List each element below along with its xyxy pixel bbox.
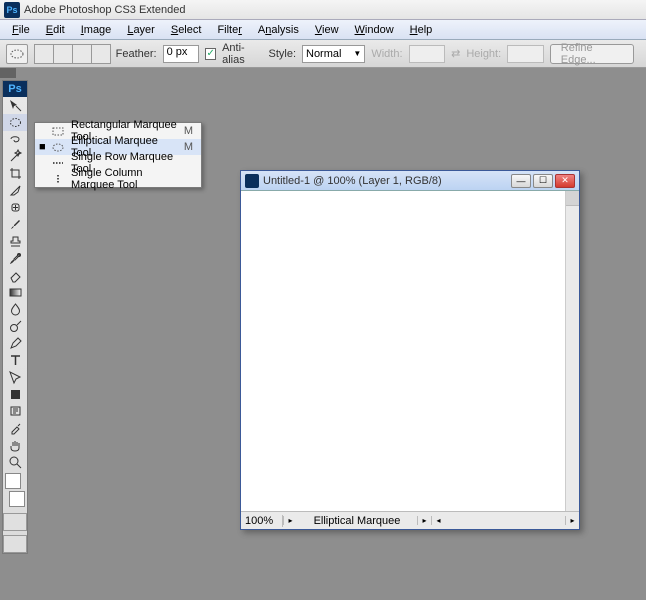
rect-icon <box>51 126 65 137</box>
vertical-scrollbar[interactable] <box>565 191 579 511</box>
menu-item[interactable]: File <box>4 22 38 38</box>
sel-intersect-button[interactable] <box>91 44 111 64</box>
hand-tool[interactable] <box>3 437 27 454</box>
chevron-down-icon: ▼ <box>353 49 361 58</box>
menu-item[interactable]: Select <box>163 22 210 38</box>
menu-item[interactable]: Layer <box>119 22 163 38</box>
heal-tool[interactable] <box>3 199 27 216</box>
zoom-field[interactable]: 100% <box>241 515 283 527</box>
color-swatches[interactable] <box>5 473 25 507</box>
tools-panel-header: Ps <box>3 81 27 97</box>
sel-add-button[interactable] <box>53 44 73 64</box>
col-icon <box>51 174 65 185</box>
background-color-swatch[interactable] <box>9 491 25 507</box>
minimize-button[interactable]: — <box>511 174 531 188</box>
foreground-color-swatch[interactable] <box>5 473 21 489</box>
options-bar: Feather: 0 px ✓ Anti-alias Style: Normal… <box>0 40 646 68</box>
document-icon <box>245 174 259 188</box>
slice-tool[interactable] <box>3 182 27 199</box>
row-icon <box>51 158 65 169</box>
eyedrop-tool[interactable] <box>3 420 27 437</box>
panel-expand-handle[interactable] <box>0 68 16 78</box>
flyout-item-label: Single Column Marquee Tool <box>71 167 187 191</box>
zoom-tool[interactable] <box>3 454 27 471</box>
feather-input[interactable]: 0 px <box>163 45 200 63</box>
menu-item[interactable]: Filter <box>209 22 249 38</box>
flyout-shortcut: M <box>184 125 197 137</box>
antialias-checkbox[interactable]: ✓ <box>205 48 216 60</box>
screen-modes-2 <box>3 535 27 553</box>
screen-modes <box>3 513 27 531</box>
stamp-tool[interactable] <box>3 233 27 250</box>
status-arrow-icon[interactable]: ▸ <box>417 516 431 525</box>
notes-tool[interactable] <box>3 403 27 420</box>
history-tool[interactable] <box>3 250 27 267</box>
style-label: Style: <box>268 48 296 60</box>
height-input <box>507 45 544 63</box>
blur-tool[interactable] <box>3 301 27 318</box>
wand-tool[interactable] <box>3 148 27 165</box>
marquee-tool[interactable] <box>3 114 27 131</box>
ellipse-icon <box>51 142 65 153</box>
menu-item[interactable]: View <box>307 22 347 38</box>
crop-tool[interactable] <box>3 165 27 182</box>
width-input <box>409 45 446 63</box>
active-tool-indicator[interactable] <box>6 44 28 64</box>
canvas[interactable] <box>241 191 565 511</box>
height-label: Height: <box>466 48 501 60</box>
menu-bar: FileEditImageLayerSelectFilterAnalysisVi… <box>0 20 646 40</box>
menu-item[interactable]: Image <box>73 22 120 38</box>
hscroll-right[interactable]: ▸ <box>565 516 579 525</box>
status-info: Elliptical Marquee <box>297 515 417 527</box>
feather-label: Feather: <box>116 48 157 60</box>
sel-subtract-button[interactable] <box>72 44 92 64</box>
tools-panel: Ps <box>2 80 28 554</box>
menu-item[interactable]: Analysis <box>250 22 307 38</box>
dodge-tool[interactable] <box>3 318 27 335</box>
document-titlebar[interactable]: Untitled-1 @ 100% (Layer 1, RGB/8) — ☐ ✕ <box>241 171 579 191</box>
selection-mode-group <box>34 44 110 64</box>
shape-tool[interactable] <box>3 386 27 403</box>
pen-tool[interactable] <box>3 335 27 352</box>
menu-item[interactable]: Edit <box>38 22 73 38</box>
style-select[interactable]: Normal ▼ <box>302 45 365 63</box>
type-tool[interactable] <box>3 352 27 369</box>
path-tool[interactable] <box>3 369 27 386</box>
selected-dot-icon: ■ <box>39 141 45 153</box>
menu-item[interactable]: Help <box>402 22 441 38</box>
lasso-tool[interactable] <box>3 131 27 148</box>
close-button[interactable]: ✕ <box>555 174 575 188</box>
maximize-button[interactable]: ☐ <box>533 174 553 188</box>
style-value: Normal <box>306 48 341 60</box>
gradient-tool[interactable] <box>3 284 27 301</box>
document-statusbar: 100% ▸ Elliptical Marquee ▸ ◂ ▸ <box>241 511 579 529</box>
brush-tool[interactable] <box>3 216 27 233</box>
app-titlebar: Ps Adobe Photoshop CS3 Extended <box>0 0 646 20</box>
move-tool[interactable] <box>3 97 27 114</box>
status-menu-icon[interactable]: ▸ <box>283 516 297 525</box>
swap-icon: ⇄ <box>451 47 460 60</box>
hscroll-left[interactable]: ◂ <box>431 516 445 525</box>
eraser-tool[interactable] <box>3 267 27 284</box>
sel-new-button[interactable] <box>34 44 54 64</box>
document-title: Untitled-1 @ 100% (Layer 1, RGB/8) <box>263 175 509 187</box>
quickmask-button[interactable] <box>3 513 27 531</box>
flyout-item[interactable]: Single Column Marquee Tool <box>35 171 201 187</box>
menu-item[interactable]: Window <box>347 22 402 38</box>
width-label: Width: <box>371 48 402 60</box>
ps-app-icon: Ps <box>4 2 20 18</box>
document-window: Untitled-1 @ 100% (Layer 1, RGB/8) — ☐ ✕… <box>240 170 580 530</box>
antialias-label: Anti-alias <box>222 42 262 66</box>
screenmode-button[interactable] <box>3 535 27 553</box>
app-title: Adobe Photoshop CS3 Extended <box>24 4 185 16</box>
refine-edge-button[interactable]: Refine Edge... <box>550 44 634 64</box>
marquee-flyout-menu: Rectangular Marquee ToolM■Elliptical Mar… <box>34 122 202 188</box>
document-body <box>241 191 579 511</box>
